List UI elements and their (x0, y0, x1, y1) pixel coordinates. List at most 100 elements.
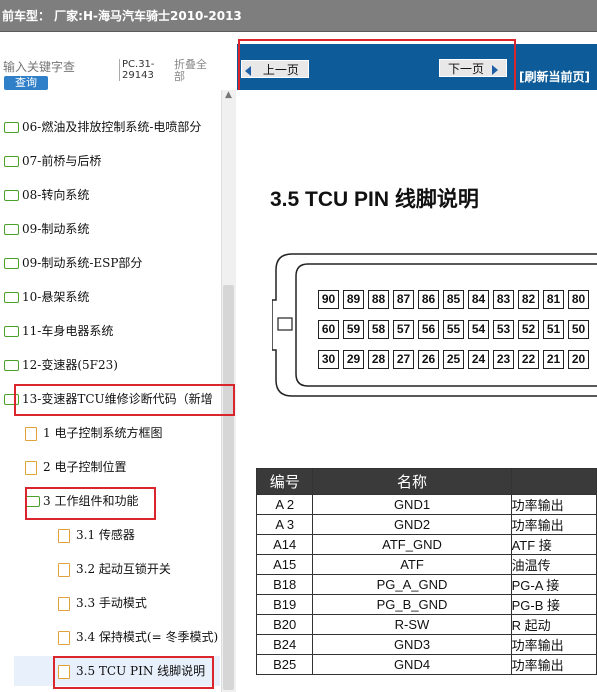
table-cell: A14 (255, 534, 314, 555)
connector-pin: 86 (418, 290, 439, 309)
tcu-connector-diagram: 90 89 88 87 86 85 84 83 82 81 80 60 59 58 57 56 55 54 53 52… (272, 250, 597, 400)
tree-item-3-3[interactable]: 3.3 手动模式 (58, 591, 147, 615)
connector-pin: 25 (443, 350, 464, 369)
table-cell: B20 (255, 614, 314, 635)
tree-item-label: 2 电子控制位置 (43, 460, 127, 474)
table-cell: A15 (255, 554, 314, 575)
collapse-all-button[interactable]: 折叠全部 (174, 59, 214, 83)
sidebar: 查询 PC.31-29143 折叠全部 ▲ 06-燃油及排放控制系统-电喷部分 … (0, 44, 238, 692)
table-row: B24 GND3 功率输出 (255, 634, 597, 655)
table-cell: B25 (255, 654, 314, 675)
column-header: 名称 (312, 468, 512, 495)
tree-item-13-1[interactable]: 1 电子控制系统方框图 (25, 421, 162, 445)
pin-table: 编号 名称 A 2 GND1 功率输出 A 3 GND2 功率输出 A14 ATF_GND AT… (255, 468, 597, 675)
connector-pin: 29 (343, 350, 364, 369)
connector-pin: 50 (568, 320, 589, 339)
tree-item-10[interactable]: 10-悬架系统 (4, 285, 89, 309)
table-cell: PG-B 接 (510, 594, 597, 615)
table-cell: GND1 (312, 494, 512, 515)
page-title: 3.5 TCU PIN 线脚说明 (270, 188, 479, 211)
connector-pin: 88 (368, 290, 389, 309)
folder-icon (4, 190, 19, 201)
tree-item-label: 3.1 传感器 (76, 528, 135, 542)
folder-icon (4, 326, 19, 337)
connector-pin: 56 (418, 320, 439, 339)
table-cell: ATF (312, 554, 512, 575)
connector-pin: 21 (543, 350, 564, 369)
search-input[interactable] (3, 59, 113, 75)
tree-item-09-esp[interactable]: 09-制动系统-ESP部分 (4, 251, 142, 275)
connector-pin: 30 (318, 350, 339, 369)
table-row: B19 PG_B_GND PG-B 接 (255, 594, 597, 615)
table-row: B25 GND4 功率输出 (255, 654, 597, 675)
folder-icon (4, 292, 19, 303)
tree-item-09[interactable]: 09-制动系统 (4, 217, 89, 241)
highlight-box-nav (238, 39, 516, 93)
tree-item-06[interactable]: 06-燃油及排放控制系统-电喷部分 (4, 115, 201, 139)
table-cell: PG-A 接 (510, 574, 597, 595)
connector-pin: 20 (568, 350, 589, 369)
pc-code: PC.31-29143 (119, 59, 172, 81)
document-view: 3.5 TCU PIN 线脚说明 90 89 88 87 86 85 84 83 82 81 80 6… (237, 90, 597, 692)
tree-item-07[interactable]: 07-前桥与后桥 (4, 149, 101, 173)
table-cell: ATF 接 (510, 534, 597, 555)
scroll-thumb[interactable] (223, 285, 234, 690)
table-cell: GND4 (312, 654, 512, 675)
connector-pin: 55 (443, 320, 464, 339)
connector-pin: 83 (493, 290, 514, 309)
tree-item-08[interactable]: 08-转向系统 (4, 183, 89, 207)
table-cell: R 起动 (510, 614, 597, 635)
table-row: A 3 GND2 功率输出 (255, 514, 597, 535)
connector-pin: 27 (393, 350, 414, 369)
table-row: B20 R-SW R 起动 (255, 614, 597, 635)
refresh-page-link[interactable]: [刷新当前页] (519, 68, 590, 85)
tree-item-label: 09-制动系统-ESP部分 (22, 256, 143, 270)
search-button[interactable]: 查询 (4, 76, 48, 90)
table-cell: B19 (255, 594, 314, 615)
tree-item-label: 1 电子控制系统方框图 (43, 426, 163, 440)
connector-pin: 60 (318, 320, 339, 339)
connector-pin: 51 (543, 320, 564, 339)
folder-icon (4, 224, 19, 235)
tree-item-12[interactable]: 12-变速器(5F23) (4, 353, 118, 377)
tree-item-3-2[interactable]: 3.2 起动互锁开关 (58, 557, 171, 581)
document-icon (58, 528, 70, 543)
connector-pin: 58 (368, 320, 389, 339)
scroll-up-icon[interactable]: ▲ (225, 90, 232, 100)
document-icon (25, 426, 37, 441)
table-cell: GND3 (312, 634, 512, 655)
table-cell: B18 (255, 574, 314, 595)
highlight-box-3 (25, 487, 156, 520)
document-icon (25, 460, 37, 475)
connector-pin: 89 (343, 290, 364, 309)
connector-pin: 57 (393, 320, 414, 339)
tree-item-3-4[interactable]: 3.4 保持模式(= 冬季模式) (58, 625, 218, 649)
connector-pin: 59 (343, 320, 364, 339)
tree-item-3-1[interactable]: 3.1 传感器 (58, 523, 135, 547)
table-cell: ATF_GND (312, 534, 512, 555)
connector-pin: 22 (518, 350, 539, 369)
connector-pin: 84 (468, 290, 489, 309)
table-cell: 功率输出 (510, 654, 597, 675)
document-icon (58, 596, 70, 611)
table-cell: A 3 (255, 514, 314, 535)
tree-item-label: 3.2 起动互锁开关 (76, 562, 171, 576)
table-row: B18 PG_A_GND PG-A 接 (255, 574, 597, 595)
tree-item-label: 09-制动系统 (22, 222, 90, 236)
tree-item-13-2[interactable]: 2 电子控制位置 (25, 455, 126, 479)
connector-pin: 24 (468, 350, 489, 369)
window-title: 前车型： 厂家:H-海马汽车骑士2010-2013 (0, 0, 597, 32)
folder-icon (4, 360, 19, 371)
tree-item-label: 07-前桥与后桥 (22, 154, 102, 168)
document-icon (58, 562, 70, 577)
folder-icon (4, 122, 19, 133)
table-cell: R-SW (312, 614, 512, 635)
tree-item-11[interactable]: 11-车身电器系统 (4, 319, 113, 343)
table-cell: 功率输出 (510, 514, 597, 535)
column-header (510, 468, 597, 495)
tree-item-label: 12-变速器(5F23) (22, 358, 118, 372)
table-cell: 功率输出 (510, 494, 597, 515)
pin-table-body: A 2 GND1 功率输出 A 3 GND2 功率输出 A14 ATF_GND ATF 接 A15… (255, 494, 597, 675)
connector-pin: 85 (443, 290, 464, 309)
table-cell: A 2 (255, 494, 314, 515)
